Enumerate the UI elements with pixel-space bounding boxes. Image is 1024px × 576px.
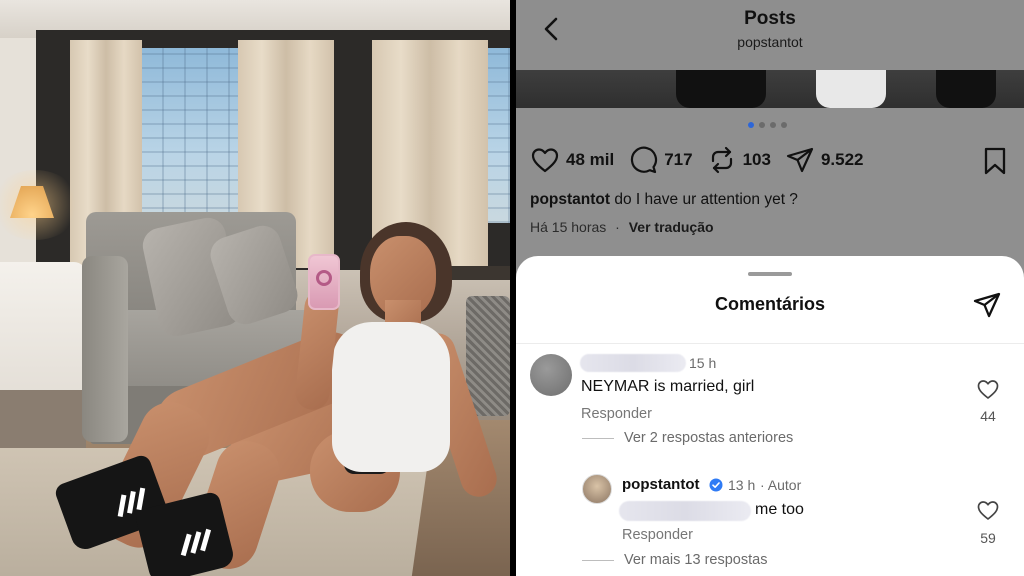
phone-ring [316,270,332,286]
paper-plane-icon [786,147,814,173]
post-meta: Há 15 horas · Ver tradução [530,219,714,235]
carousel-dot [748,122,754,128]
post-caption: popstantot do I have ur attention yet ? [530,191,798,209]
translate-link[interactable]: Ver tradução [629,219,714,235]
heart-icon [531,148,559,173]
comment-time: 13 h [728,477,756,493]
instagram-screen: Posts popstantot 48 mil 717 103 9.522 po… [516,0,1024,576]
reply-button[interactable]: Responder [622,527,693,543]
carousel-dot [759,122,765,128]
comment-time: 15 h [689,355,717,371]
window-glass [140,48,240,223]
like-button[interactable]: 48 mil [530,145,614,175]
view-replies-label[interactable]: Ver mais 13 respostas [624,552,767,568]
avatar[interactable] [582,474,612,504]
page-title: Posts [744,8,796,29]
post-photo [0,0,510,576]
view-replies[interactable]: Ver mais 13 respostas [582,552,767,568]
comment-username[interactable]: popstantot [622,476,699,493]
sofa-arm [82,256,128,442]
comment-like-count: 44 [980,408,996,424]
post-time: Há 15 horas [530,219,607,235]
comment-bubble-icon [631,146,658,174]
carousel-indicator [748,122,787,128]
bed-base [0,390,86,450]
like-count[interactable]: 48 mil [566,150,614,170]
reply-button[interactable]: Responder [581,406,652,422]
paper-plane-icon[interactable] [972,290,1002,320]
comment-text: me too [755,501,804,518]
share-count: 9.522 [820,150,864,169]
redacted-mention[interactable] [619,501,751,521]
view-replies[interactable]: Ver 2 respostas anteriores [582,430,793,446]
share-button[interactable]: 9.522 [785,145,864,175]
chair [466,296,510,416]
comment-text: NEYMAR is married, girl [581,378,755,395]
caption-text: do I have ur attention yet ? [610,191,798,208]
comments-sheet: Comentários 15 h NEYMAR is married, girl… [516,256,1024,576]
comment-like-count: 59 [980,530,996,546]
repost-count: 103 [742,150,771,169]
wall [0,38,36,278]
header: Posts popstantot [516,0,1024,70]
repost-button[interactable]: 103 [707,145,771,175]
person-tank-top [332,322,450,472]
window-glass [486,48,510,223]
repost-icon [711,146,732,174]
carousel-dot [770,122,776,128]
avatar[interactable] [530,354,572,396]
verified-badge-icon [709,478,723,492]
meta-separator: · [615,219,620,235]
post-image[interactable] [516,70,1024,108]
thread-line [582,437,614,439]
caption-username[interactable]: popstantot [530,191,610,208]
action-bar: 48 mil 717 103 9.522 [530,144,878,176]
author-tag: · Autor [760,477,802,493]
thread-line [582,559,614,561]
sheet-title: Comentários [714,294,826,314]
heart-icon[interactable] [976,499,1000,521]
comment-count: 717 [664,150,693,169]
divider [516,343,1024,344]
view-replies-label[interactable]: Ver 2 respostas anteriores [624,430,793,446]
carousel-dot [781,122,787,128]
bookmark-icon[interactable] [982,146,1008,176]
comment-button[interactable]: 717 [628,145,693,175]
redacted-username[interactable] [580,354,686,372]
page-subtitle[interactable]: popstantot [516,34,1024,50]
drag-handle[interactable] [748,272,792,276]
heart-icon[interactable] [976,378,1000,400]
